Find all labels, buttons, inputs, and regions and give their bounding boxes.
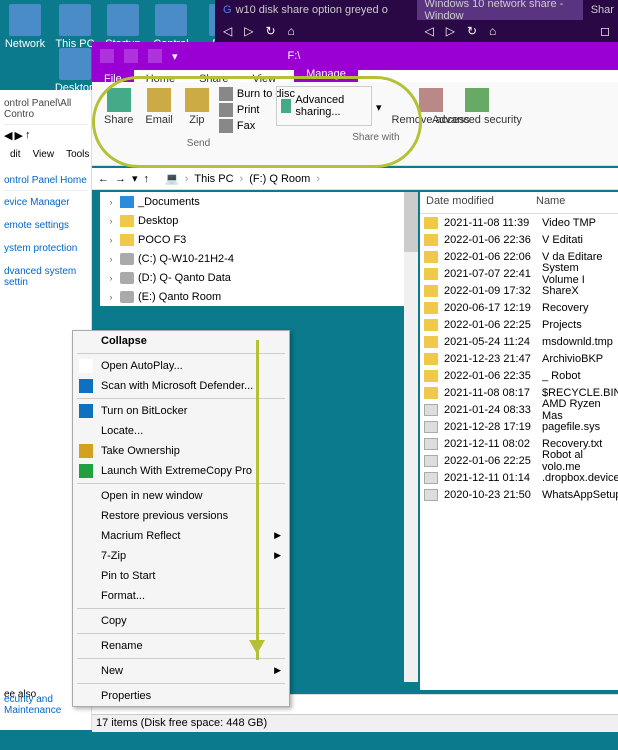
- browser-nav-2: ◁ ▷ ↻ ⌂ ◻: [417, 20, 618, 42]
- browser-tab-3[interactable]: Shar: [583, 0, 618, 20]
- file-row[interactable]: 2022-01-06 22:25Robot al volo.me: [420, 452, 618, 469]
- desktop-icon[interactable]: Network: [0, 4, 50, 50]
- home-icon[interactable]: ⌂: [288, 24, 295, 38]
- menu-edit[interactable]: dit: [4, 146, 27, 163]
- reload-icon[interactable]: ↻: [265, 24, 275, 38]
- tab-manage[interactable]: Manage: [294, 62, 358, 83]
- qat-icon[interactable]: [124, 49, 138, 63]
- bookmark-icon[interactable]: ◻: [600, 24, 610, 38]
- nav-tree[interactable]: ›_Documents›Desktop›POCO F3›(C:) Q-W10-2…: [100, 192, 415, 306]
- tree-item[interactable]: ›(E:) Qanto Room: [100, 287, 415, 306]
- col-name[interactable]: Name: [530, 192, 571, 213]
- crumb-drive[interactable]: (F:) Q Room: [249, 173, 310, 185]
- status-bar-2: 17 items (Disk free space: 448 GB): [92, 714, 618, 732]
- col-date[interactable]: Date modified: [420, 192, 530, 213]
- menu-tools[interactable]: Tools: [60, 146, 95, 163]
- file-row[interactable]: 2021-12-11 01:14.dropbox.device: [420, 469, 618, 486]
- advanced-security-button[interactable]: Advanced security: [426, 86, 528, 128]
- tree-item[interactable]: ›POCO F3: [100, 230, 415, 249]
- file-list[interactable]: Date modified Name 2021-11-08 11:39Video…: [420, 192, 618, 690]
- back-icon[interactable]: ◁: [425, 24, 434, 38]
- file-list-header[interactable]: Date modified Name: [420, 192, 618, 214]
- link-system-protection[interactable]: ystem protection: [4, 237, 87, 260]
- tree-item[interactable]: ›(D:) Q- Qanto Data: [100, 268, 415, 287]
- qat-icon[interactable]: [148, 49, 162, 63]
- back-icon[interactable]: ◁: [223, 24, 232, 38]
- file-row[interactable]: 2021-05-24 11:24msdownld.tmp: [420, 333, 618, 350]
- nav-fwd-icon[interactable]: ▶: [14, 129, 22, 142]
- link-remote-settings[interactable]: emote settings: [4, 214, 87, 237]
- forward-icon[interactable]: ▷: [446, 24, 455, 38]
- tree-item[interactable]: ›(C:) Q-W10-21H2-4: [100, 249, 415, 268]
- forward-icon[interactable]: ▷: [244, 24, 253, 38]
- advanced-sharing-button[interactable]: Advanced sharing...: [276, 86, 372, 126]
- nav-back-icon[interactable]: ←: [98, 173, 109, 185]
- file-row[interactable]: 2021-12-23 21:47ArchivioBKP: [420, 350, 618, 367]
- browser-nav-1: ◁ ▷ ↻ ⌂: [215, 20, 417, 42]
- tree-item[interactable]: ›Desktop: [100, 211, 415, 230]
- file-row[interactable]: 2021-11-08 11:39Video TMP: [420, 214, 618, 231]
- annotation-arrow: [256, 340, 259, 660]
- file-row[interactable]: 2022-01-09 17:32ShareX: [420, 282, 618, 299]
- ribbon: Share Email Zip Burn to disc Print Fax S…: [92, 82, 618, 166]
- file-row[interactable]: 2022-01-06 22:36V Editati: [420, 231, 618, 248]
- cp-breadcrumb[interactable]: ontrol Panel\All Contro: [4, 94, 87, 125]
- zip-button[interactable]: Zip: [179, 86, 215, 134]
- menu-view[interactable]: View: [27, 146, 61, 163]
- browser-tabs: Gw10 disk share option greyed o ◁ ▷ ↻ ⌂ …: [215, 0, 618, 42]
- browser-tab-2[interactable]: Windows 10 network share - Window: [417, 0, 583, 20]
- nav-fwd-icon[interactable]: →: [115, 173, 126, 185]
- file-row[interactable]: 2020-06-17 12:19Recovery: [420, 299, 618, 316]
- nav-back-icon[interactable]: ◀: [4, 129, 12, 142]
- reload-icon[interactable]: ↻: [467, 24, 477, 38]
- share-button[interactable]: Share: [98, 86, 139, 134]
- link-advanced-settings[interactable]: dvanced system settin: [4, 260, 87, 294]
- file-row[interactable]: 2022-01-06 22:35_ Robot: [420, 367, 618, 384]
- email-button[interactable]: Email: [139, 86, 179, 134]
- tree-item[interactable]: ›_Documents: [100, 192, 415, 211]
- crumb-thispc[interactable]: This PC: [194, 173, 233, 185]
- group-send: Send: [187, 134, 210, 149]
- home-icon[interactable]: ⌂: [489, 24, 496, 38]
- window-title: F:\: [288, 50, 301, 62]
- tree-scrollbar[interactable]: [404, 192, 418, 682]
- cp-home[interactable]: ontrol Panel Home: [4, 171, 87, 191]
- file-row[interactable]: 2021-07-07 22:41System Volume I: [420, 265, 618, 282]
- link-device-manager[interactable]: evice Manager: [4, 191, 87, 214]
- file-row[interactable]: 2021-01-24 08:33AMD Ryzen Mas: [420, 401, 618, 418]
- group-sharewith: Share with: [352, 128, 399, 143]
- browser-tab-1[interactable]: Gw10 disk share option greyed o: [215, 0, 396, 20]
- file-row[interactable]: 2020-10-23 21:50WhatsAppSetup.: [420, 486, 618, 503]
- folder-icon: [100, 49, 114, 63]
- ctx-item[interactable]: Properties: [73, 686, 289, 706]
- address-bar[interactable]: ← → ▾ ↑ 💻 › This PC › (F:) Q Room ›: [92, 168, 618, 190]
- file-row[interactable]: 2021-12-28 17:19pagefile.sys: [420, 418, 618, 435]
- nav-up-icon[interactable]: ↑: [144, 173, 150, 185]
- file-row[interactable]: 2022-01-06 22:25Projects: [420, 316, 618, 333]
- ctx-item[interactable]: New▶: [73, 661, 289, 681]
- nav-up-icon[interactable]: ↑: [25, 129, 31, 142]
